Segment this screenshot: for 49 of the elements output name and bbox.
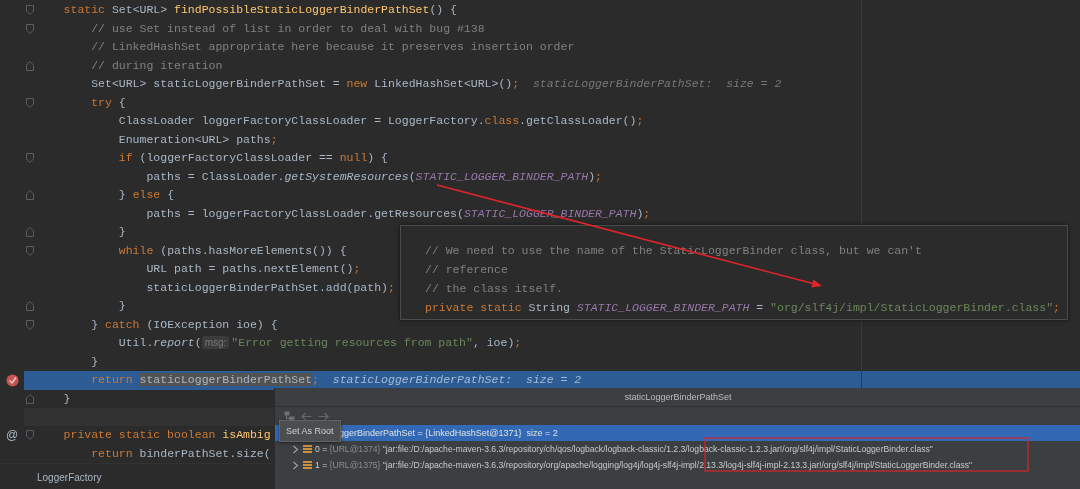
code-line: }: [62, 390, 71, 407]
code-line: Set<URL> staticLoggerBinderPathSet = new LinkedHashSet<URL>(); staticLoggerBinderPathSet: size = 2: [90, 76, 782, 92]
code-line: URL path = paths.nextElement();: [145, 261, 361, 277]
code-line: // during iteration: [90, 57, 223, 74]
code-line: return staticLoggerBinderPathSet; staticLoggerBinderPathSet: size = 2: [90, 372, 582, 388]
fold-icon[interactable]: [26, 393, 34, 404]
fold-icon[interactable]: [26, 5, 34, 16]
tooltip: Set As Root: [279, 420, 341, 442]
code-line: // the class itself.: [425, 281, 565, 297]
breakpoint-icon[interactable]: [5, 373, 19, 387]
code-line: } else {: [117, 187, 175, 203]
chevron-icon[interactable]: [291, 460, 300, 470]
fold-icon[interactable]: [26, 23, 34, 34]
code-line: }: [117, 298, 126, 314]
code-line: // LinkedHashSet appropriate here because it preserves insertion order: [90, 39, 575, 55]
fold-icon[interactable]: [26, 430, 34, 441]
fold-icon[interactable]: [26, 153, 34, 164]
list-icon: [303, 445, 312, 453]
code-line: // reference: [425, 262, 509, 278]
code-line: try {: [90, 94, 126, 111]
fold-icon[interactable]: [26, 245, 34, 256]
code-line: private static boolean isAmbig: [62, 427, 271, 443]
list-icon: [303, 461, 312, 469]
gutter-marker[interactable]: @: [5, 428, 19, 443]
fold-icon[interactable]: [26, 60, 34, 71]
code-line: } catch (IOException ioe) {: [90, 316, 278, 333]
tree-icon[interactable]: [284, 411, 295, 421]
code-line: if (loggerFactoryClassLoader == null) {: [117, 150, 388, 166]
code-line: }: [90, 353, 99, 370]
chevron-icon[interactable]: [291, 444, 300, 454]
back-arrow-icon[interactable]: [301, 411, 312, 421]
panel-title: staticLoggerBinderPathSet: [624, 392, 732, 402]
code-line: static Set<URL> findPossibleStaticLoggerBinderPathSet() {: [62, 2, 457, 18]
code-line: paths = ClassLoader.getSystemResources(STATIC_LOGGER_BINDER_PATH);: [145, 168, 602, 185]
fold-icon[interactable]: [26, 227, 34, 238]
code-line: staticLoggerBinderPathSet.add(path);: [145, 279, 395, 296]
code-line: Enumeration<URL> paths;: [117, 131, 278, 148]
fold-icon[interactable]: [26, 190, 34, 201]
code-line: // use Set instead of list in order to deal with bug #138: [90, 20, 485, 37]
breadcrumb-item[interactable]: LoggerFactory: [37, 472, 102, 483]
fold-icon[interactable]: [26, 319, 34, 330]
code-line: ClassLoader loggerFactoryClassLoader = LoggerFactory.class.getClassLoader();: [117, 113, 644, 129]
forward-arrow-icon[interactable]: [318, 411, 329, 421]
fold-icon[interactable]: [26, 301, 34, 312]
code-line: return binderPathSet.size(: [90, 445, 271, 462]
code-line: private static String STATIC_LOGGER_BINDER_PATH = "org/slf4j/impl/StaticLoggerBinder.class";: [425, 300, 1061, 316]
code-line: while (paths.hasMoreElements()) {: [117, 242, 347, 259]
code-line: }: [117, 224, 126, 240]
fold-icon[interactable]: [26, 97, 34, 108]
